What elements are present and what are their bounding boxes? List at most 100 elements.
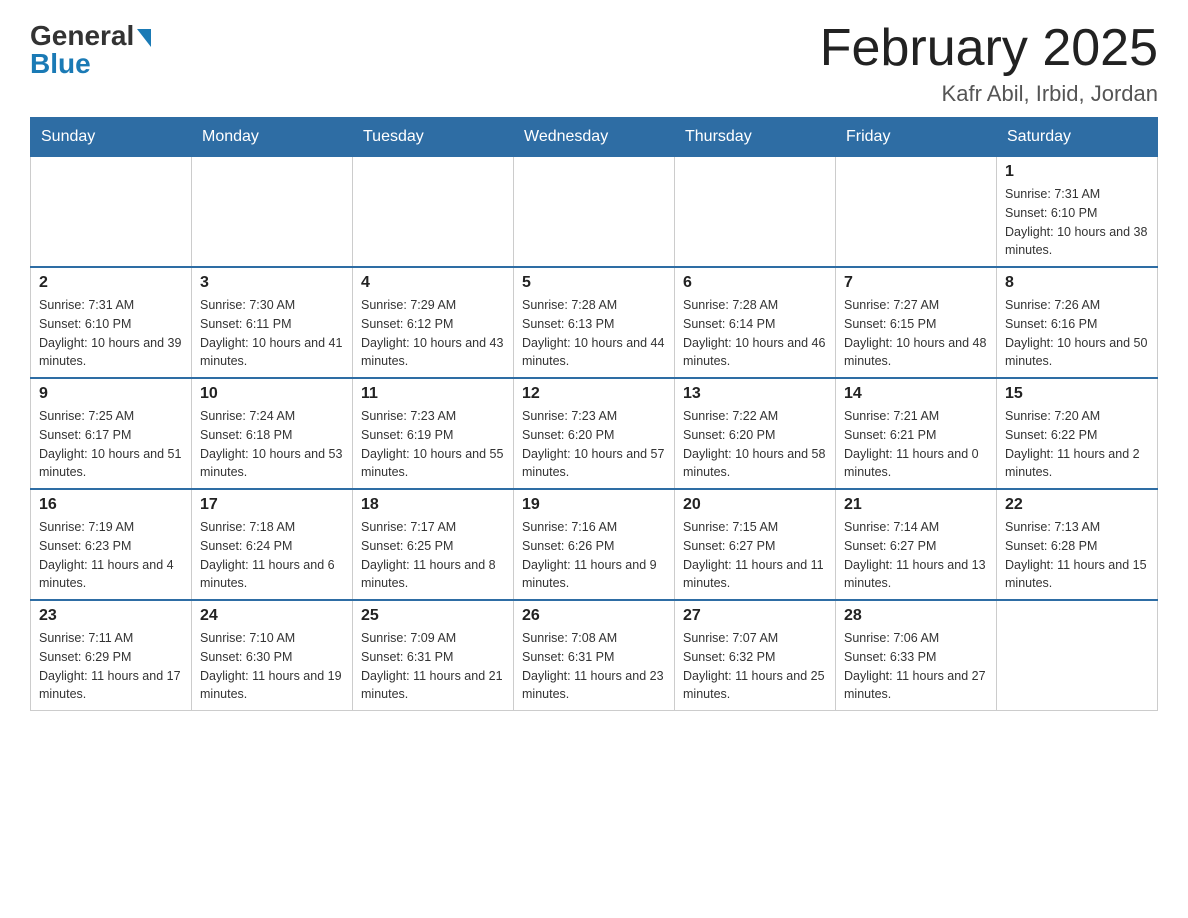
calendar-day-cell: 21Sunrise: 7:14 AMSunset: 6:27 PMDayligh… bbox=[836, 489, 997, 600]
day-number: 26 bbox=[522, 607, 666, 625]
calendar-day-cell: 17 Sunrise: 7:18 AMSunset: 6:24 PMDayligh… bbox=[192, 489, 353, 600]
calendar-week-row: 2 Sunrise: 7:31 AMSunset: 6:10 PMDaylight… bbox=[31, 267, 1158, 378]
day-sun-info: Sunrise: 7:28 AMSunset: 6:14 PMDaylight:… bbox=[683, 296, 827, 371]
calendar-weekday-header: Thursday bbox=[675, 118, 836, 157]
calendar-day-cell: 10 Sunrise: 7:24 AMSunset: 6:18 PMDayligh… bbox=[192, 378, 353, 489]
day-number: 23 bbox=[39, 607, 183, 625]
day-sun-info: Sunrise: 7:31 AMSunset: 6:10 PMDaylight:… bbox=[1005, 185, 1149, 260]
calendar-day-cell: 2 Sunrise: 7:31 AMSunset: 6:10 PMDaylight… bbox=[31, 267, 192, 378]
calendar-day-cell: 11Sunrise: 7:23 AMSunset: 6:19 PMDayligh… bbox=[353, 378, 514, 489]
day-number: 7 bbox=[844, 274, 988, 292]
day-number: 21 bbox=[844, 496, 988, 514]
calendar-week-row: 9 Sunrise: 7:25 AMSunset: 6:17 PMDaylight… bbox=[31, 378, 1158, 489]
calendar-day-cell: 25 Sunrise: 7:09 AMSunset: 6:31 PMDayligh… bbox=[353, 600, 514, 711]
day-number: 2 bbox=[39, 274, 183, 292]
day-number: 10 bbox=[200, 385, 344, 403]
day-sun-info: Sunrise: 7:08 AMSunset: 6:31 PMDaylight:… bbox=[522, 629, 666, 704]
day-sun-info: Sunrise: 7:10 AMSunset: 6:30 PMDaylight:… bbox=[200, 629, 344, 704]
day-sun-info: Sunrise: 7:20 AMSunset: 6:22 PMDaylight:… bbox=[1005, 407, 1149, 482]
day-sun-info: Sunrise: 7:23 AMSunset: 6:20 PMDaylight:… bbox=[522, 407, 666, 482]
calendar-weekday-header: Wednesday bbox=[514, 118, 675, 157]
day-sun-info: Sunrise: 7:19 AMSunset: 6:23 PMDaylight:… bbox=[39, 518, 183, 593]
day-number: 22 bbox=[1005, 496, 1149, 514]
day-number: 20 bbox=[683, 496, 827, 514]
day-number: 17 bbox=[200, 496, 344, 514]
day-number: 15 bbox=[1005, 385, 1149, 403]
calendar-day-cell: 26 Sunrise: 7:08 AMSunset: 6:31 PMDayligh… bbox=[514, 600, 675, 711]
calendar-weekday-header: Monday bbox=[192, 118, 353, 157]
calendar-weekday-header: Sunday bbox=[31, 118, 192, 157]
day-number: 11 bbox=[361, 385, 505, 403]
calendar-day-cell: 28 Sunrise: 7:06 AMSunset: 6:33 PMDayligh… bbox=[836, 600, 997, 711]
day-number: 13 bbox=[683, 385, 827, 403]
day-number: 24 bbox=[200, 607, 344, 625]
day-number: 3 bbox=[200, 274, 344, 292]
calendar-day-cell: 13 Sunrise: 7:22 AMSunset: 6:20 PMDayligh… bbox=[675, 378, 836, 489]
calendar-table: SundayMondayTuesdayWednesdayThursdayFrid… bbox=[30, 117, 1158, 711]
day-sun-info: Sunrise: 7:24 AMSunset: 6:18 PMDaylight:… bbox=[200, 407, 344, 482]
day-number: 5 bbox=[522, 274, 666, 292]
calendar-day-cell: 18 Sunrise: 7:17 AMSunset: 6:25 PMDayligh… bbox=[353, 489, 514, 600]
day-number: 19 bbox=[522, 496, 666, 514]
calendar-weekday-header: Tuesday bbox=[353, 118, 514, 157]
page-header: General Blue February 2025 Kafr Abil, Ir… bbox=[30, 20, 1158, 107]
location-subtitle: Kafr Abil, Irbid, Jordan bbox=[820, 81, 1158, 107]
day-sun-info: Sunrise: 7:07 AMSunset: 6:32 PMDaylight:… bbox=[683, 629, 827, 704]
calendar-day-cell: 8 Sunrise: 7:26 AMSunset: 6:16 PMDaylight… bbox=[997, 267, 1158, 378]
day-sun-info: Sunrise: 7:11 AMSunset: 6:29 PMDaylight:… bbox=[39, 629, 183, 704]
calendar-day-cell bbox=[31, 157, 192, 268]
day-sun-info: Sunrise: 7:18 AMSunset: 6:24 PMDaylight:… bbox=[200, 518, 344, 593]
day-sun-info: Sunrise: 7:25 AMSunset: 6:17 PMDaylight:… bbox=[39, 407, 183, 482]
calendar-day-cell bbox=[675, 157, 836, 268]
day-number: 8 bbox=[1005, 274, 1149, 292]
day-sun-info: Sunrise: 7:27 AMSunset: 6:15 PMDaylight:… bbox=[844, 296, 988, 371]
calendar-day-cell: 19Sunrise: 7:16 AMSunset: 6:26 PMDayligh… bbox=[514, 489, 675, 600]
day-sun-info: Sunrise: 7:22 AMSunset: 6:20 PMDaylight:… bbox=[683, 407, 827, 482]
calendar-day-cell bbox=[836, 157, 997, 268]
title-block: February 2025 Kafr Abil, Irbid, Jordan bbox=[820, 20, 1158, 107]
calendar-week-row: 16 Sunrise: 7:19 AMSunset: 6:23 PMDayligh… bbox=[31, 489, 1158, 600]
day-number: 25 bbox=[361, 607, 505, 625]
calendar-day-cell bbox=[192, 157, 353, 268]
day-sun-info: Sunrise: 7:29 AMSunset: 6:12 PMDaylight:… bbox=[361, 296, 505, 371]
calendar-day-cell: 1 Sunrise: 7:31 AMSunset: 6:10 PMDaylight… bbox=[997, 157, 1158, 268]
day-sun-info: Sunrise: 7:26 AMSunset: 6:16 PMDaylight:… bbox=[1005, 296, 1149, 371]
calendar-day-cell: 7 Sunrise: 7:27 AMSunset: 6:15 PMDaylight… bbox=[836, 267, 997, 378]
day-sun-info: Sunrise: 7:15 AMSunset: 6:27 PMDaylight:… bbox=[683, 518, 827, 593]
calendar-day-cell: 6 Sunrise: 7:28 AMSunset: 6:14 PMDaylight… bbox=[675, 267, 836, 378]
day-sun-info: Sunrise: 7:17 AMSunset: 6:25 PMDaylight:… bbox=[361, 518, 505, 593]
logo-arrow-icon bbox=[137, 29, 151, 47]
day-sun-info: Sunrise: 7:28 AMSunset: 6:13 PMDaylight:… bbox=[522, 296, 666, 371]
day-number: 28 bbox=[844, 607, 988, 625]
calendar-day-cell: 5 Sunrise: 7:28 AMSunset: 6:13 PMDaylight… bbox=[514, 267, 675, 378]
calendar-weekday-header: Saturday bbox=[997, 118, 1158, 157]
day-number: 27 bbox=[683, 607, 827, 625]
calendar-day-cell: 27 Sunrise: 7:07 AMSunset: 6:32 PMDayligh… bbox=[675, 600, 836, 711]
day-number: 6 bbox=[683, 274, 827, 292]
calendar-day-cell: 3 Sunrise: 7:30 AMSunset: 6:11 PMDaylight… bbox=[192, 267, 353, 378]
day-number: 18 bbox=[361, 496, 505, 514]
calendar-day-cell: 4 Sunrise: 7:29 AMSunset: 6:12 PMDaylight… bbox=[353, 267, 514, 378]
day-number: 1 bbox=[1005, 163, 1149, 181]
day-sun-info: Sunrise: 7:09 AMSunset: 6:31 PMDaylight:… bbox=[361, 629, 505, 704]
calendar-day-cell bbox=[353, 157, 514, 268]
calendar-header-row: SundayMondayTuesdayWednesdayThursdayFrid… bbox=[31, 118, 1158, 157]
calendar-week-row: 23 Sunrise: 7:11 AMSunset: 6:29 PMDayligh… bbox=[31, 600, 1158, 711]
calendar-day-cell: 12 Sunrise: 7:23 AMSunset: 6:20 PMDayligh… bbox=[514, 378, 675, 489]
day-number: 14 bbox=[844, 385, 988, 403]
calendar-day-cell: 14Sunrise: 7:21 AMSunset: 6:21 PMDayligh… bbox=[836, 378, 997, 489]
day-number: 9 bbox=[39, 385, 183, 403]
calendar-day-cell: 23 Sunrise: 7:11 AMSunset: 6:29 PMDayligh… bbox=[31, 600, 192, 711]
calendar-day-cell: 24 Sunrise: 7:10 AMSunset: 6:30 PMDayligh… bbox=[192, 600, 353, 711]
day-sun-info: Sunrise: 7:31 AMSunset: 6:10 PMDaylight:… bbox=[39, 296, 183, 371]
calendar-day-cell bbox=[997, 600, 1158, 711]
logo-blue-text: Blue bbox=[30, 48, 91, 80]
day-number: 16 bbox=[39, 496, 183, 514]
calendar-day-cell: 20 Sunrise: 7:15 AMSunset: 6:27 PMDayligh… bbox=[675, 489, 836, 600]
day-sun-info: Sunrise: 7:13 AMSunset: 6:28 PMDaylight:… bbox=[1005, 518, 1149, 593]
day-number: 4 bbox=[361, 274, 505, 292]
calendar-day-cell bbox=[514, 157, 675, 268]
day-sun-info: Sunrise: 7:30 AMSunset: 6:11 PMDaylight:… bbox=[200, 296, 344, 371]
day-number: 12 bbox=[522, 385, 666, 403]
day-sun-info: Sunrise: 7:06 AMSunset: 6:33 PMDaylight:… bbox=[844, 629, 988, 704]
